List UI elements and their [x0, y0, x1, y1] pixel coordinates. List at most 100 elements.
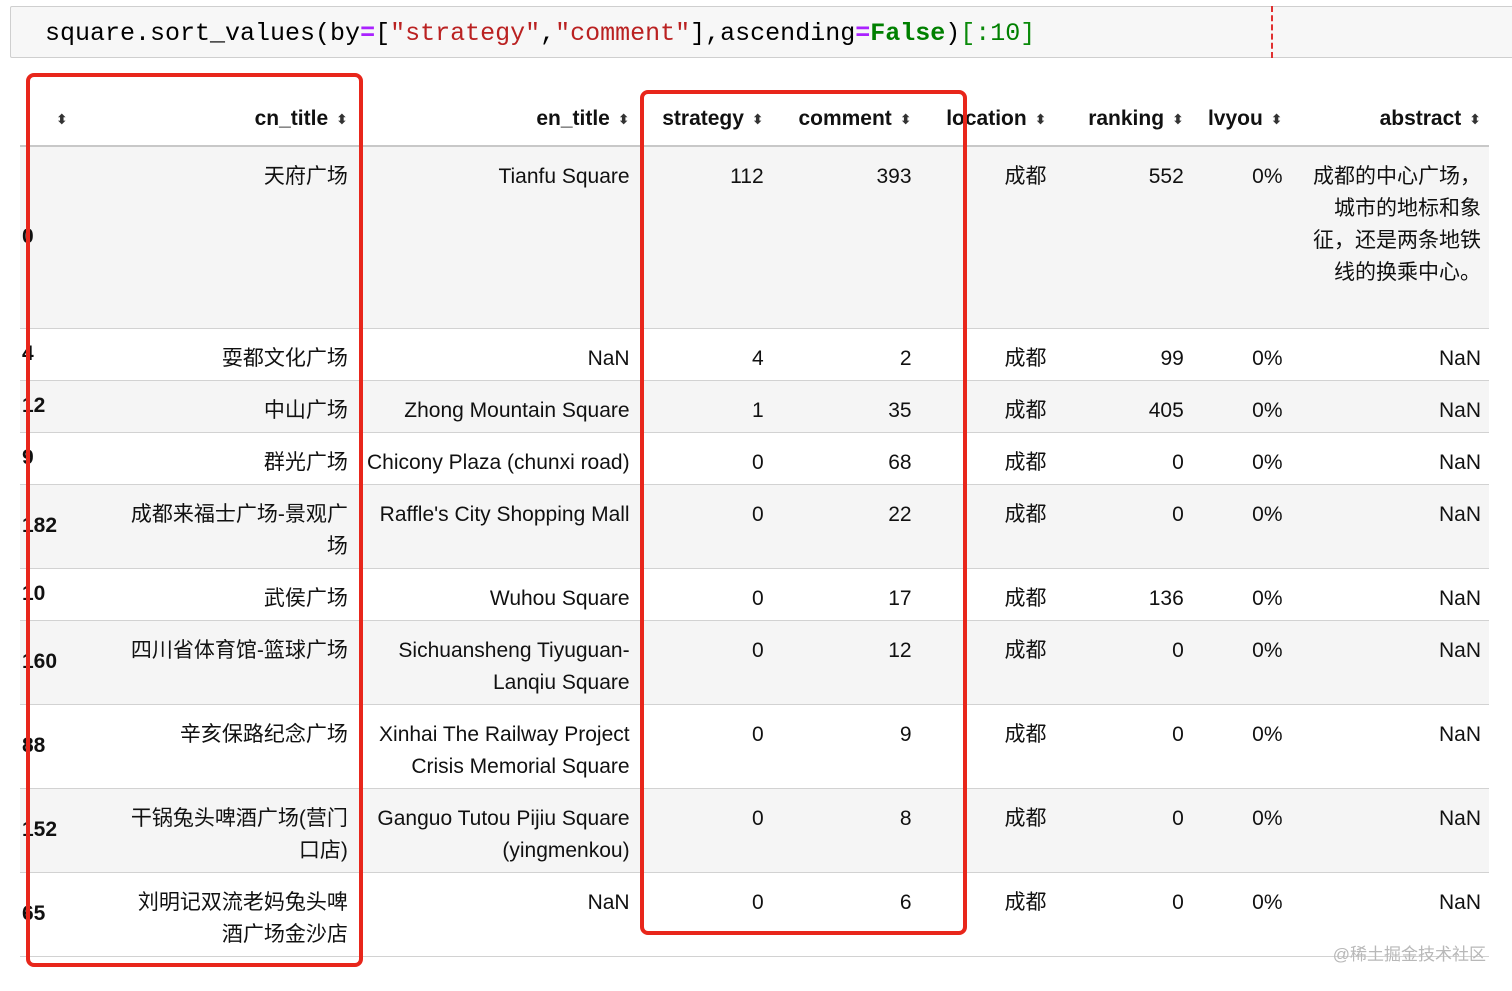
code-string: "comment" [555, 19, 691, 48]
cell-lvyou-text: 0% [1252, 890, 1283, 914]
cell-abstract: NaN [1290, 788, 1489, 873]
header-label: abstract [1379, 106, 1462, 130]
sort-icon[interactable]: ⬍ [618, 112, 630, 126]
cell-lvyou-text: 0% [1252, 165, 1283, 188]
cell-lvyou-text: 0% [1252, 806, 1283, 830]
code-string: "strategy" [390, 19, 541, 48]
cell-en-title: NaN [355, 872, 638, 957]
cell-lvyou-text: 0% [1252, 346, 1283, 370]
cell-abstract-text: NaN [1438, 806, 1481, 830]
cell-abstract-text: NaN [1438, 586, 1481, 610]
code-cell[interactable]: square.sort_values(by=["strategy","comme… [10, 6, 1512, 58]
cell-location-text: 成都 [1004, 165, 1047, 188]
line-length-ruler [1271, 6, 1273, 58]
cell-ranking: 552 [1054, 146, 1192, 329]
header-abstract[interactable]: abstract ⬍ [1290, 92, 1489, 147]
code-number: 10 [990, 19, 1021, 48]
cell-ranking: 405 [1054, 380, 1192, 433]
cell-lvyou-text: 0% [1252, 502, 1283, 526]
cell-en-title: NaN [355, 328, 638, 381]
cell-abstract-text: NaN [1438, 346, 1481, 370]
cell-abstract: NaN [1290, 620, 1489, 705]
cell-en-title-text: NaN [587, 890, 630, 914]
cell-location-text: 成都 [1004, 502, 1047, 526]
code-slice: ] [1020, 19, 1036, 48]
cell-lvyou: 0% [1191, 704, 1291, 789]
cell-en-title-text: Tianfu Square [498, 165, 630, 188]
cell-en-title-text: Zhong Mountain Square [404, 398, 630, 422]
notebook-page: square.sort_values(by=["strategy","comme… [0, 0, 1512, 991]
cell-location-text: 成都 [1004, 890, 1047, 914]
cell-abstract: 成都的中心广场，城市的地标和象征，还是两条地铁线的换乘中心。 [1290, 146, 1489, 329]
sort-icon[interactable]: ⬍ [1035, 112, 1047, 126]
cell-en-title-text: Wuhou Square [489, 586, 630, 610]
cell-abstract-text: NaN [1438, 398, 1481, 422]
cell-location-text: 成都 [1004, 586, 1047, 610]
watermark: @稀土掘金技术社区 [1332, 945, 1486, 964]
cell-lvyou: 0% [1191, 568, 1291, 621]
sort-icon[interactable]: ⬍ [1271, 112, 1283, 126]
code-keyword: False [870, 19, 946, 48]
cell-abstract-text: NaN [1438, 450, 1481, 474]
cell-location-text: 成都 [1004, 398, 1047, 422]
cell-abstract-text: NaN [1438, 890, 1481, 914]
cell-lvyou: 0% [1191, 146, 1291, 329]
cell-en-title: Raffle's City Shopping Mall [355, 484, 638, 569]
cell-en-title: Wuhou Square [355, 568, 638, 621]
cell-abstract-text: NaN [1438, 502, 1481, 526]
cell-en-title-text: Chicony Plaza (chunxi road) [366, 450, 630, 474]
cell-lvyou-text: 0% [1252, 586, 1283, 610]
code-line[interactable]: square.sort_values(by=["strategy","comme… [45, 19, 1035, 48]
header-label: ranking [1088, 106, 1165, 130]
cell-lvyou: 0% [1191, 380, 1291, 433]
cell-en-title: Chicony Plaza (chunxi road) [355, 432, 638, 485]
header-lvyou[interactable]: lvyou ⬍ [1191, 92, 1291, 147]
cell-ranking: 0 [1054, 484, 1192, 569]
cell-location-text: 成都 [1004, 722, 1047, 746]
cell-location-text: 成都 [1004, 806, 1047, 830]
cell-lvyou: 0% [1191, 788, 1291, 873]
cell-ranking-text: 0 [1172, 502, 1184, 526]
cell-lvyou: 0% [1191, 872, 1291, 957]
cell-ranking-text: 405 [1148, 398, 1184, 422]
cell-en-title: Zhong Mountain Square [355, 380, 638, 433]
cell-lvyou-text: 0% [1252, 450, 1283, 474]
cell-abstract: NaN [1290, 704, 1489, 789]
cell-location-text: 成都 [1004, 638, 1047, 662]
cell-ranking-text: 0 [1172, 722, 1184, 746]
cell-en-title-text: Sichuansheng Tiyuguan-Lanqiu Square [398, 638, 630, 694]
cell-ranking-text: 0 [1172, 890, 1184, 914]
sort-icon[interactable]: ⬍ [1469, 112, 1481, 126]
cell-ranking: 0 [1054, 788, 1192, 873]
cell-ranking: 0 [1054, 620, 1192, 705]
cell-lvyou: 0% [1191, 328, 1291, 381]
cell-abstract: NaN [1290, 432, 1489, 485]
cell-en-title: Ganguo Tutou Pijiu Square (yingmenkou) [355, 788, 638, 873]
highlight-box-cn-title [26, 73, 363, 967]
cell-abstract-text: NaN [1438, 638, 1481, 662]
cell-en-title-text: NaN [587, 346, 630, 370]
highlight-box-strategy-comment [640, 90, 967, 935]
cell-ranking: 0 [1054, 432, 1192, 485]
cell-lvyou-text: 0% [1252, 638, 1283, 662]
code-operator: = [360, 19, 376, 48]
code-paren: ) [945, 19, 961, 48]
header-en-title[interactable]: en_title ⬍ [355, 92, 638, 147]
header-ranking[interactable]: ranking ⬍ [1054, 92, 1192, 147]
cell-ranking-text: 0 [1172, 806, 1184, 830]
sort-icon[interactable]: ⬍ [1172, 112, 1184, 126]
cell-ranking: 136 [1054, 568, 1192, 621]
code-slice: [: [960, 19, 991, 48]
cell-lvyou-text: 0% [1252, 398, 1283, 422]
cell-location-text: 成都 [1004, 346, 1047, 370]
header-label: lvyou [1207, 106, 1263, 130]
header-label: en_title [536, 106, 610, 130]
cell-lvyou: 0% [1191, 620, 1291, 705]
code-comma: , [540, 19, 556, 48]
cell-en-title-text: Raffle's City Shopping Mall [379, 502, 630, 526]
cell-ranking-text: 552 [1148, 165, 1184, 188]
cell-ranking-text: 0 [1172, 638, 1184, 662]
cell-abstract: NaN [1290, 484, 1489, 569]
code-text: ],ascending [690, 19, 856, 48]
cell-abstract: NaN [1290, 328, 1489, 381]
